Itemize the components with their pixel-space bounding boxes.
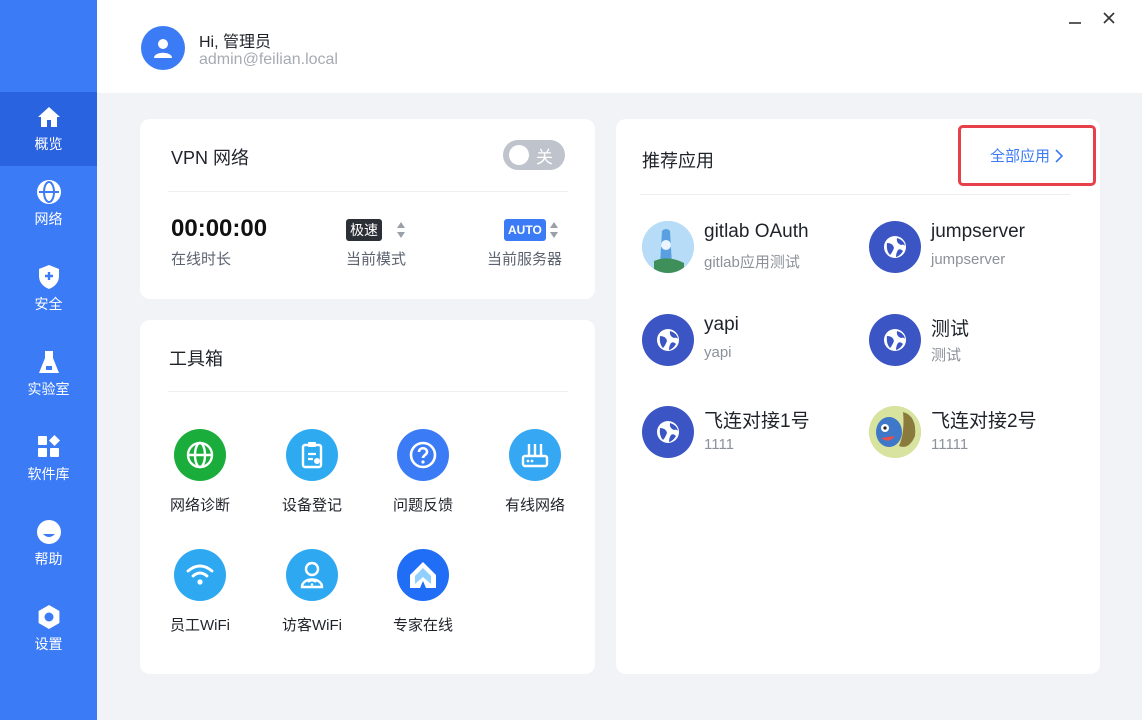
home-icon: [36, 104, 62, 130]
all-apps-label: 全部应用: [989, 148, 1050, 165]
wifi-icon: [174, 549, 226, 601]
clipboard-icon: [286, 429, 338, 481]
recommended-apps-card: 推荐应用 全部应用 gitlab OAuth gitlab应用测试 jumpse…: [616, 119, 1100, 674]
sidebar-item-lab[interactable]: 实验室: [0, 337, 97, 411]
app-desc: 1111: [704, 436, 735, 453]
server-label: 当前服务器: [487, 251, 563, 268]
app-name: jumpserver: [931, 221, 1025, 242]
tool-label: 专家在线: [392, 617, 453, 634]
sort-icon[interactable]: [549, 221, 559, 239]
tool-label: 访客WiFi: [282, 617, 342, 634]
divider: [640, 194, 1070, 195]
tool-staff-wifi[interactable]: 员工WiFi: [160, 549, 240, 635]
gear-icon: [36, 604, 62, 630]
toolbox-card: 工具箱 网络诊断 设备登记 问题反馈 有线网络 员工WiFi 访客WiFi 专家…: [140, 320, 595, 674]
tool-feedback[interactable]: 问题反馈: [383, 429, 463, 515]
guest-wifi-icon: [286, 549, 338, 601]
mode-tag[interactable]: 极速: [346, 219, 382, 241]
app-name: 测试: [931, 319, 970, 340]
app-globe-icon: [642, 314, 694, 366]
sidebar-item-label: 网络: [34, 211, 63, 227]
server-tag[interactable]: AUTO: [504, 219, 546, 241]
tool-label: 问题反馈: [392, 497, 453, 514]
tool-label: 员工WiFi: [170, 617, 230, 634]
sidebar-item-settings[interactable]: 设置: [0, 592, 97, 666]
sidebar-item-help[interactable]: 帮助: [0, 507, 97, 581]
sidebar-item-label: 设置: [34, 636, 63, 652]
sidebar-item-label: 概览: [34, 136, 63, 152]
vpn-title: VPN 网络: [171, 148, 250, 168]
app-item[interactable]: 飞连对接2号 11111: [869, 404, 1089, 460]
help-icon: [36, 519, 62, 545]
app-desc: 测试: [931, 347, 962, 364]
apps-title: 推荐应用: [642, 151, 714, 171]
online-duration: 00:00:00: [171, 215, 268, 242]
tool-wired-network[interactable]: 有线网络: [495, 429, 575, 515]
tool-label: 有线网络: [504, 497, 565, 514]
toolbox-title: 工具箱: [169, 349, 223, 369]
app-desc: 11111: [931, 436, 969, 453]
toggle-label: 关: [536, 147, 553, 167]
sidebar-item-overview[interactable]: 概览: [0, 92, 97, 166]
sidebar-item-label: 实验室: [27, 381, 70, 397]
header: Hi, 管理员 admin@feilian.local: [97, 0, 1142, 93]
all-apps-link[interactable]: 全部应用: [958, 125, 1096, 186]
online-duration-label: 在线时长: [171, 251, 232, 268]
app-globe-icon: [869, 221, 921, 273]
sidebar-item-security[interactable]: 安全: [0, 252, 97, 326]
app-item[interactable]: yapi yapi: [642, 312, 862, 368]
app-item[interactable]: 飞连对接1号 1111: [642, 404, 862, 460]
chevron-right-icon: [1055, 148, 1064, 163]
expert-logo-icon: [397, 549, 449, 601]
sidebar-item-label: 安全: [34, 296, 63, 312]
app-name: gitlab OAuth: [704, 221, 809, 242]
sidebar-item-software[interactable]: 软件库: [0, 422, 97, 496]
user-greeting: Hi, 管理员: [199, 34, 272, 51]
close-icon[interactable]: [1097, 6, 1121, 30]
divider: [168, 391, 568, 392]
vpn-toggle[interactable]: 关: [503, 140, 565, 170]
tool-label: 设备登记: [281, 497, 342, 514]
flask-icon: [36, 349, 62, 375]
app-item[interactable]: jumpserver jumpserver: [869, 219, 1089, 275]
tool-device-register[interactable]: 设备登记: [272, 429, 352, 515]
app-name: yapi: [704, 314, 739, 335]
custom-image-icon: [869, 406, 921, 458]
app-name: 飞连对接2号: [931, 411, 1037, 432]
sidebar-item-label: 帮助: [34, 551, 63, 567]
app-item[interactable]: 测试 测试: [869, 312, 1089, 368]
app-item[interactable]: gitlab OAuth gitlab应用测试: [642, 219, 862, 275]
app-desc: jumpserver: [931, 251, 1006, 268]
sort-icon[interactable]: [396, 221, 406, 239]
sidebar: 概览 网络 安全 实验室 软件库 帮助 设置: [0, 0, 97, 720]
user-email: admin@feilian.local: [199, 51, 338, 68]
tool-guest-wifi[interactable]: 访客WiFi: [272, 549, 352, 635]
app-desc: yapi: [704, 344, 732, 361]
tool-expert-online[interactable]: 专家在线: [383, 549, 463, 635]
apps-grid-icon: [36, 434, 62, 460]
app-globe-icon: [642, 406, 694, 458]
custom-image-icon: [642, 221, 694, 273]
toggle-knob: [509, 145, 529, 165]
shield-icon: [36, 264, 62, 290]
app-globe-icon: [869, 314, 921, 366]
router-icon: [509, 429, 561, 481]
app-desc: gitlab应用测试: [704, 254, 800, 271]
globe-icon: [174, 429, 226, 481]
tool-network-diagnosis[interactable]: 网络诊断: [160, 429, 240, 515]
vpn-card: VPN 网络 关 00:00:00 在线时长 极速 当前模式 AUTO 当前服务…: [140, 119, 595, 299]
minimize-icon[interactable]: [1063, 6, 1087, 30]
globe-icon: [36, 179, 62, 205]
avatar[interactable]: [141, 26, 185, 70]
question-icon: [397, 429, 449, 481]
tool-label: 网络诊断: [169, 497, 230, 514]
sidebar-item-label: 软件库: [27, 466, 70, 482]
app-name: 飞连对接1号: [704, 411, 810, 432]
mode-label: 当前模式: [346, 251, 407, 268]
sidebar-item-network[interactable]: 网络: [0, 167, 97, 241]
divider: [168, 191, 568, 192]
